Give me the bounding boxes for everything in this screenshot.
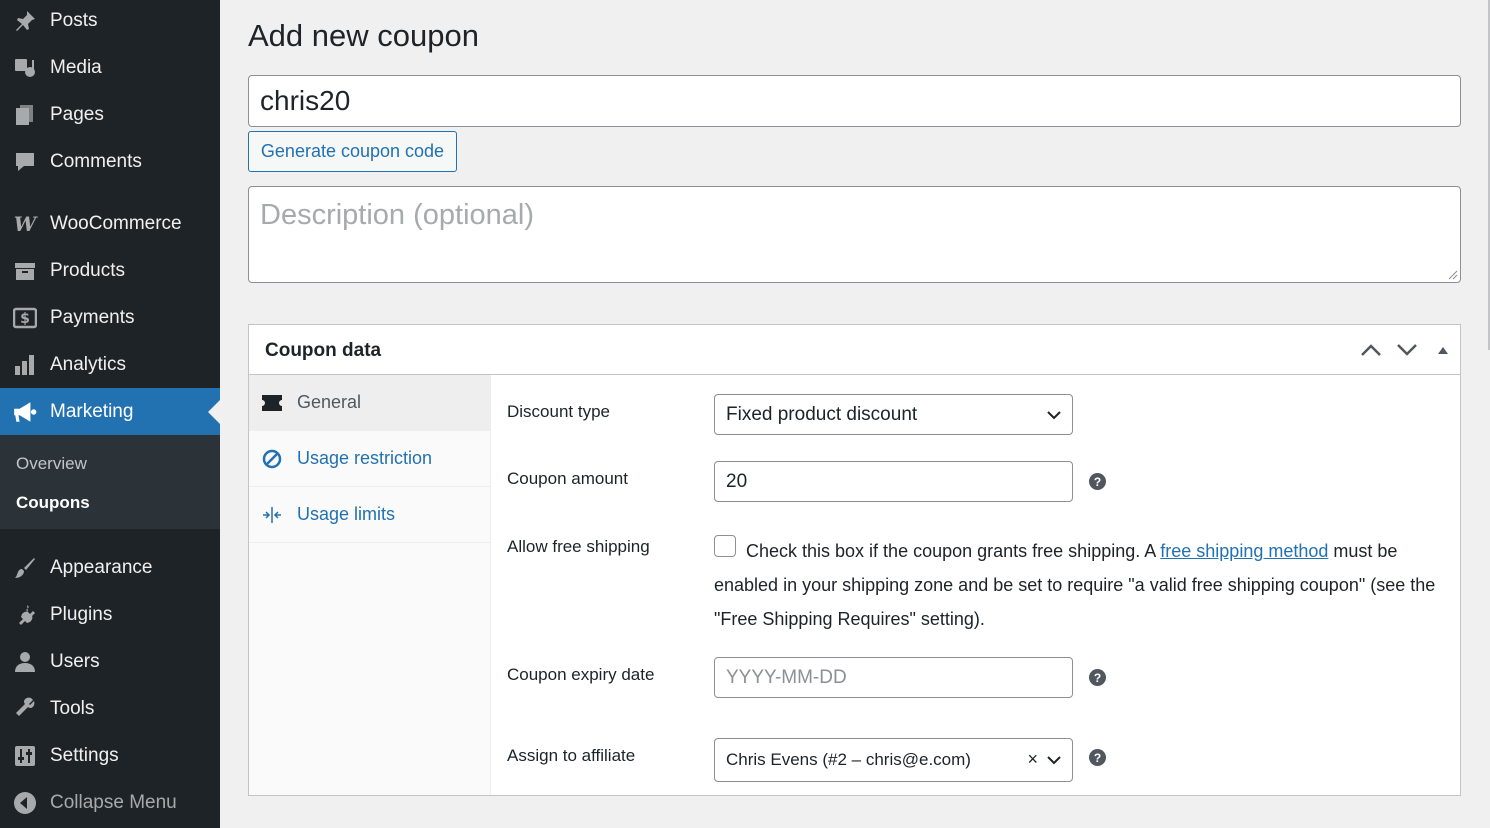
sidebar-item-users[interactable]: Users <box>0 638 220 685</box>
tab-usage-restriction[interactable]: Usage restriction <box>249 431 491 487</box>
sidebar-item-media[interactable]: Media <box>0 44 220 91</box>
paintbrush-icon <box>12 555 38 581</box>
tab-usage-limits[interactable]: Usage limits <box>249 487 491 543</box>
sidebar-item-label: WooCommerce <box>50 212 182 234</box>
generate-coupon-code-button[interactable]: Generate coupon code <box>248 131 457 172</box>
sidebar-item-analytics[interactable]: Analytics <box>0 341 220 388</box>
sidebar-item-label: Posts <box>50 9 98 31</box>
plugin-icon <box>12 602 38 628</box>
ticket-icon <box>261 392 283 414</box>
chevron-down-icon <box>1047 756 1061 765</box>
help-icon[interactable]: ? <box>1089 473 1106 490</box>
submenu-item-coupons[interactable]: Coupons <box>16 493 90 513</box>
free-shipping-label: Allow free shipping <box>507 537 650 556</box>
chevron-down-icon <box>1047 410 1061 419</box>
sidebar-item-label: Settings <box>50 744 119 766</box>
no-entry-icon <box>261 448 283 470</box>
free-shipping-method-link[interactable]: free shipping method <box>1160 541 1328 561</box>
toggle-panel-button[interactable] <box>1431 338 1455 362</box>
clear-selection-button[interactable]: × <box>1027 749 1038 770</box>
tab-label: Usage limits <box>297 504 396 524</box>
woocommerce-icon: W <box>13 211 37 236</box>
sidebar-item-label: Users <box>50 650 100 672</box>
user-icon <box>12 649 38 675</box>
svg-text:$: $ <box>20 311 30 327</box>
arrows-in-icon <box>261 504 283 526</box>
pages-icon <box>12 102 38 128</box>
sidebar-item-pages[interactable]: Pages <box>0 91 220 138</box>
bar-chart-icon <box>12 352 38 378</box>
page-title: Add new coupon <box>248 18 479 53</box>
sidebar-item-tools[interactable]: Tools <box>0 685 220 732</box>
expiry-date-input[interactable] <box>714 657 1073 698</box>
settings-sliders-icon <box>12 743 38 769</box>
collapse-arrow-icon <box>12 790 38 816</box>
sidebar-item-posts[interactable]: Posts <box>0 0 220 44</box>
coupon-data-panel: Coupon data General Usage restriction Us… <box>248 324 1461 796</box>
move-up-button[interactable] <box>1359 338 1383 362</box>
affiliate-select[interactable]: Chris Evens (#2 – chris@e.com) × <box>714 738 1073 782</box>
discount-type-label: Discount type <box>507 402 610 421</box>
pushpin-icon <box>12 8 38 34</box>
discount-type-select[interactable]: Fixed product discount <box>714 394 1073 435</box>
sidebar-item-label: Appearance <box>50 556 153 578</box>
dollar-icon: $ <box>12 305 38 331</box>
help-icon[interactable]: ? <box>1089 749 1106 766</box>
tab-general[interactable]: General <box>249 375 491 431</box>
sidebar-item-settings[interactable]: Settings <box>0 732 220 779</box>
wrench-icon <box>12 696 38 722</box>
sidebar-item-products[interactable]: Products <box>0 247 220 294</box>
discount-type-value: Fixed product discount <box>726 403 918 425</box>
chevron-down-icon <box>1397 344 1417 356</box>
coupon-data-title: Coupon data <box>265 340 382 361</box>
affiliate-label: Assign to affiliate <box>507 746 636 765</box>
megaphone-icon <box>12 399 38 425</box>
coupon-data-header: Coupon data <box>249 325 1460 375</box>
archive-icon <box>12 258 38 284</box>
free-shipping-description: Check this box if the coupon grants free… <box>714 534 1444 636</box>
sidebar-item-appearance[interactable]: Appearance <box>0 544 220 591</box>
sidebar-item-plugins[interactable]: Plugins <box>0 591 220 638</box>
submenu-item-overview[interactable]: Overview <box>16 454 87 474</box>
sidebar-item-label: Tools <box>50 697 95 719</box>
collapse-menu-button[interactable]: Collapse Menu <box>0 779 220 826</box>
free-shipping-text: Check this box if the coupon grants free… <box>746 541 1161 561</box>
sidebar-item-label: Media <box>50 56 102 78</box>
coupon-amount-input[interactable] <box>714 461 1073 502</box>
sidebar-item-payments[interactable]: $ Payments <box>0 294 220 341</box>
resize-grip-icon[interactable] <box>1448 270 1458 280</box>
tab-label: Usage restriction <box>297 448 433 468</box>
marketing-submenu: Overview Coupons <box>0 435 220 529</box>
help-icon[interactable]: ? <box>1089 669 1106 686</box>
admin-sidebar: Posts Media Pages Comments W WooCommerce… <box>0 0 220 828</box>
tab-label: General <box>297 392 362 412</box>
coupon-code-input[interactable] <box>248 75 1461 127</box>
sidebar-item-woocommerce[interactable]: W WooCommerce <box>0 200 220 247</box>
sidebar-item-comments[interactable]: Comments <box>0 138 220 185</box>
sidebar-item-label: Products <box>50 259 125 281</box>
collapse-menu-label: Collapse Menu <box>50 791 177 813</box>
move-down-button[interactable] <box>1395 338 1419 362</box>
sidebar-item-label: Pages <box>50 103 104 125</box>
coupon-data-tabs: General Usage restriction Usage limits <box>249 375 491 795</box>
expiry-date-label: Coupon expiry date <box>507 665 655 684</box>
sidebar-item-marketing[interactable]: Marketing <box>0 388 220 435</box>
sidebar-item-label: Plugins <box>50 603 113 625</box>
affiliate-value: Chris Evens (#2 – chris@e.com) <box>726 750 971 769</box>
description-textarea[interactable] <box>248 186 1461 283</box>
sidebar-item-label: Marketing <box>50 400 134 422</box>
main-content: Add new coupon Generate coupon code Coup… <box>220 0 1490 828</box>
comments-icon <box>12 149 38 175</box>
sidebar-item-label: Analytics <box>50 353 127 375</box>
media-icon <box>12 55 38 81</box>
sidebar-item-label: Comments <box>50 150 142 172</box>
sidebar-item-label: Payments <box>50 306 135 328</box>
triangle-up-icon <box>1438 347 1448 354</box>
chevron-up-icon <box>1361 344 1381 356</box>
coupon-amount-label: Coupon amount <box>507 469 628 488</box>
